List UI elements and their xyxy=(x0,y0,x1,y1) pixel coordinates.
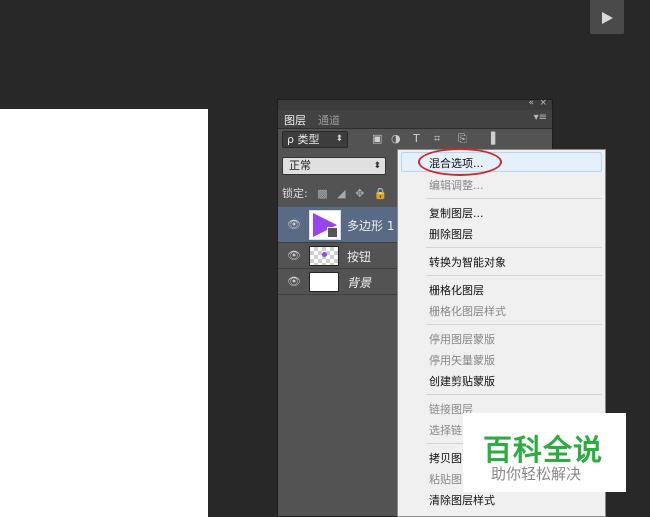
lock-row: 锁定: ▩ ◢ ✥ 🔒 xyxy=(282,185,388,201)
tab-channels[interactable]: 通道 xyxy=(318,112,340,128)
menu-item-paste-style: 粘贴图 xyxy=(429,473,462,486)
adjustment-filter-icon[interactable]: ◑ xyxy=(391,132,401,145)
filter-kind-select[interactable]: ρ 类型 ⬍ xyxy=(282,131,348,148)
visibility-eye-icon[interactable]: 👁 xyxy=(287,275,301,288)
tab-layers[interactable]: 图层 xyxy=(284,112,306,128)
panel-tabs: 图层 通道 ▾≡ xyxy=(278,110,552,129)
layer-thumbnail xyxy=(309,272,339,292)
menu-separator xyxy=(426,275,602,276)
menu-separator xyxy=(426,247,602,248)
menu-item-rasterize-style: 栅格化图层样式 xyxy=(429,305,506,318)
lock-label: 锁定: xyxy=(282,187,308,200)
lock-move-icon[interactable]: ✥ xyxy=(355,187,364,200)
visibility-eye-icon[interactable]: 👁 xyxy=(287,249,301,262)
watermark-subtitle: 助你轻松解决 xyxy=(491,465,582,483)
menu-item-disable-vector-mask: 停用矢量蒙版 xyxy=(429,354,495,367)
pixel-filter-icon[interactable]: ▣ xyxy=(372,132,382,145)
menu-separator xyxy=(426,198,602,199)
menu-item-delete-layer[interactable]: 删除图层 xyxy=(429,226,473,242)
layer-thumbnail xyxy=(309,246,339,266)
filter-toggle-icon[interactable]: ▌ xyxy=(491,132,499,145)
menu-item-convert-smart-object[interactable]: 转换为智能对象 xyxy=(429,254,506,270)
document-canvas[interactable] xyxy=(0,109,208,517)
select-arrow-icon: ⬍ xyxy=(335,134,343,144)
smart-object-filter-icon[interactable]: ⎘ xyxy=(458,132,467,146)
lock-all-icon[interactable]: 🔒 xyxy=(374,187,388,200)
play-button[interactable] xyxy=(590,0,624,34)
layer-name: 背景 xyxy=(347,275,372,290)
collapse-icon[interactable]: « xyxy=(528,98,534,108)
blend-mode-value: 正常 xyxy=(289,159,311,172)
play-triangle-icon xyxy=(602,12,613,24)
select-arrow-icon: ⬍ xyxy=(373,161,381,171)
layer-name: 多边形 1 xyxy=(347,218,395,233)
layer-filter-row: ρ 类型 ⬍ ▣ ◑ T ⌗ ⎘ ▌ xyxy=(282,131,550,151)
vector-mask-icon xyxy=(327,227,338,238)
type-filter-icon[interactable]: T xyxy=(413,132,420,145)
filter-kind-label: ρ 类型 xyxy=(287,133,320,146)
layer-name: 按钮 xyxy=(347,249,372,264)
close-icon[interactable]: × xyxy=(539,98,547,108)
menu-item-select-linked: 选择链 xyxy=(429,424,462,437)
lock-paint-icon[interactable]: ◢ xyxy=(337,187,345,200)
menu-item-disable-layer-mask: 停用图层蒙版 xyxy=(429,333,495,346)
menu-item-create-clipping-mask[interactable]: 创建剪贴蒙版 xyxy=(429,373,495,389)
button-preview-icon xyxy=(322,252,327,257)
watermark: 百科全说 助你轻松解决 xyxy=(463,413,626,492)
annotation-ring xyxy=(418,148,502,176)
menu-item-copy-style[interactable]: 拷贝图 xyxy=(429,450,462,466)
panel-titlebar: « × xyxy=(278,98,552,110)
blend-mode-select[interactable]: 正常 ⬍ xyxy=(282,157,386,175)
shape-filter-icon[interactable]: ⌗ xyxy=(434,132,440,146)
visibility-eye-icon[interactable]: 👁 xyxy=(287,218,301,231)
menu-separator xyxy=(426,324,602,325)
menu-separator xyxy=(426,394,602,395)
lock-transparency-icon[interactable]: ▩ xyxy=(317,187,327,200)
menu-item-clear-style[interactable]: 清除图层样式 xyxy=(429,492,495,508)
panel-menu-icon[interactable]: ▾≡ xyxy=(534,112,547,123)
menu-item-rasterize-layer[interactable]: 栅格化图层 xyxy=(429,282,484,298)
layer-thumbnail xyxy=(309,210,341,240)
menu-item-edit-adjustment: 编辑调整... xyxy=(429,179,484,192)
menu-item-duplicate-layer[interactable]: 复制图层... xyxy=(429,205,484,221)
